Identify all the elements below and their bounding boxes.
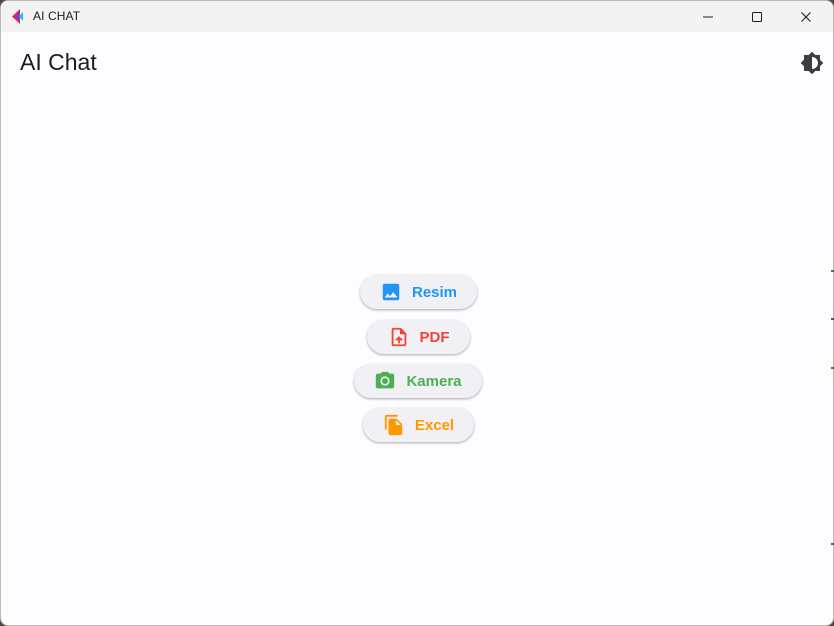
upload-file-icon (388, 326, 410, 348)
minimize-icon (703, 16, 713, 17)
maximize-icon (752, 11, 762, 22)
pdf-button[interactable]: PDF (367, 320, 470, 354)
close-button[interactable] (783, 1, 829, 32)
page-title: AI Chat (20, 49, 97, 75)
pdf-button-label: PDF (419, 328, 450, 346)
camera-icon (374, 370, 396, 392)
minimize-button[interactable] (685, 1, 731, 32)
app-window: AI CHAT AI Chat Resim PDF Kamera Excel (0, 0, 834, 626)
brightness-icon (800, 51, 824, 75)
close-icon (801, 11, 811, 22)
excel-button[interactable]: Excel (363, 408, 474, 442)
camera-button[interactable]: Kamera (354, 364, 482, 398)
flutter-logo-icon (11, 9, 25, 24)
image-button-label: Resim (411, 283, 458, 301)
excel-button-label: Excel (414, 416, 455, 434)
camera-button-label: Kamera (406, 372, 462, 390)
maximize-button[interactable] (734, 1, 780, 32)
copy-files-icon (383, 414, 405, 436)
app-bar: AI Chat (1, 32, 833, 92)
image-button[interactable]: Resim (360, 275, 477, 309)
image-icon (380, 281, 402, 303)
theme-toggle-button[interactable] (798, 49, 826, 77)
window-title: AI CHAT (33, 9, 81, 23)
window-titlebar[interactable]: AI CHAT (1, 1, 833, 32)
